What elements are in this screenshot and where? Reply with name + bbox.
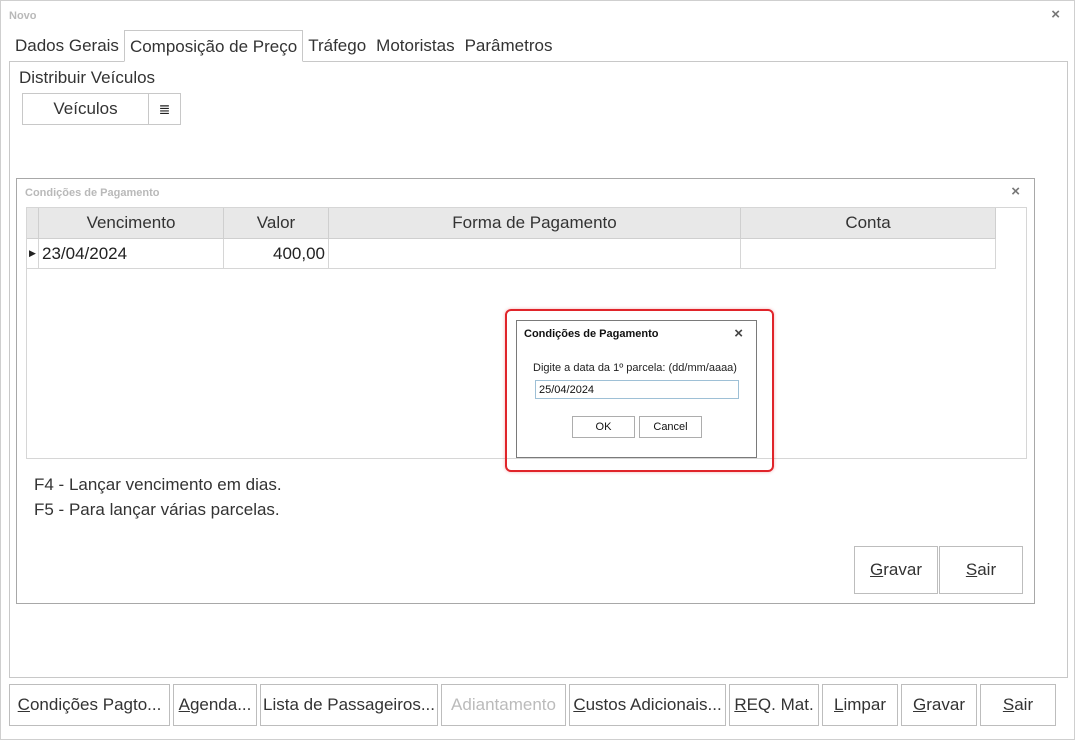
save-mnemonic: G	[870, 560, 884, 579]
column-header-vencimento[interactable]: Vencimento	[39, 208, 224, 238]
passenger-list-button[interactable]: Lista de Passageiros...	[260, 684, 438, 726]
dialog-close-icon[interactable]: ×	[734, 325, 743, 342]
btn-label: ustos Adicionais...	[585, 695, 722, 714]
clear-button[interactable]: Limpar	[822, 684, 898, 726]
column-header-valor[interactable]: Valor	[224, 208, 329, 238]
btn-label: impar	[843, 695, 886, 714]
btn-label: Lista de Passageiros...	[263, 695, 435, 714]
ok-button[interactable]: OK	[572, 416, 635, 438]
tab-parametros[interactable]: Parâmetros	[460, 30, 558, 62]
vehicles-button[interactable]: Veículos	[22, 93, 149, 125]
cancel-button[interactable]: Cancel	[639, 416, 702, 438]
grid-header: Vencimento Valor Forma de Pagamento Cont…	[27, 208, 996, 239]
tab-dados-gerais[interactable]: Dados Gerais	[10, 30, 124, 62]
payment-window-title: Condições de Pagamento	[25, 187, 160, 199]
btn-label: EQ. Mat.	[746, 695, 814, 714]
column-header-forma-pagamento[interactable]: Forma de Pagamento	[329, 208, 741, 238]
payment-window-close-icon[interactable]: ×	[1011, 183, 1020, 200]
btn-label: ravar	[926, 695, 965, 714]
column-header-conta[interactable]: Conta	[741, 208, 996, 238]
bottom-toolbar: Condições Pagto... Agenda... Lista de Pa…	[9, 684, 1059, 726]
dialog-prompt: Digite a data da 1º parcela: (dd/mm/aaaa…	[533, 362, 737, 374]
first-installment-dialog: Condições de Pagamento × Digite a data d…	[516, 320, 757, 458]
hint-f5: F5 - Para lançar várias parcelas.	[34, 500, 280, 519]
list-icon[interactable]: ≣	[148, 93, 181, 125]
btn-mnemonic: C	[17, 695, 30, 714]
tab-composicao-de-preco[interactable]: Composição de Preço	[123, 30, 304, 62]
tab-strip: Dados Gerais Composição de Preço Tráfego…	[10, 30, 557, 62]
btn-label: genda...	[189, 695, 252, 714]
row-indicator-icon: ▶	[27, 239, 39, 268]
advance-payment-button: Adiantamento	[441, 684, 566, 726]
hint-f4: F4 - Lançar vencimento em dias.	[34, 475, 282, 494]
btn-mnemonic: G	[913, 695, 927, 714]
schedule-button[interactable]: Agenda...	[173, 684, 257, 726]
save-label: ravar	[883, 560, 922, 579]
payment-conditions-button[interactable]: Condições Pagto...	[9, 684, 170, 726]
btn-mnemonic: A	[178, 695, 190, 714]
btn-label: ondições Pagto...	[29, 695, 162, 714]
tab-motoristas[interactable]: Motoristas	[371, 30, 459, 62]
btn-mnemonic: R	[734, 695, 747, 714]
cell-valor[interactable]: 400,00	[224, 239, 329, 268]
payment-save-button[interactable]: Gravar	[854, 546, 938, 594]
cell-forma-pagamento[interactable]	[329, 239, 741, 268]
btn-mnemonic: S	[1002, 695, 1015, 714]
grid-header-indicator	[27, 208, 39, 238]
distribute-vehicles-label: Distribuir Veículos	[19, 68, 156, 87]
table-row[interactable]: ▶ 23/04/2024 400,00	[27, 239, 996, 269]
exit-mnemonic: S	[965, 560, 978, 579]
window-title: Novo	[9, 10, 37, 22]
cell-conta[interactable]	[741, 239, 996, 268]
dialog-title: Condições de Pagamento	[524, 328, 659, 340]
btn-label: Adiantamento	[451, 695, 556, 714]
window-close-icon[interactable]: ×	[1051, 6, 1060, 23]
additional-costs-button[interactable]: Custos Adicionais...	[569, 684, 726, 726]
payment-exit-button[interactable]: Sair	[939, 546, 1023, 594]
cell-vencimento[interactable]: 23/04/2024	[39, 239, 224, 268]
save-button[interactable]: Gravar	[901, 684, 977, 726]
first-installment-date-input[interactable]	[535, 380, 739, 399]
req-mat-button[interactable]: REQ. Mat.	[729, 684, 819, 726]
exit-label: air	[977, 560, 997, 579]
exit-button[interactable]: Sair	[980, 684, 1056, 726]
tab-trafego[interactable]: Tráfego	[303, 30, 371, 62]
btn-label: air	[1014, 695, 1034, 714]
main-window: Novo × Dados Gerais Composição de Preço …	[0, 0, 1075, 740]
btn-mnemonic: C	[573, 695, 586, 714]
